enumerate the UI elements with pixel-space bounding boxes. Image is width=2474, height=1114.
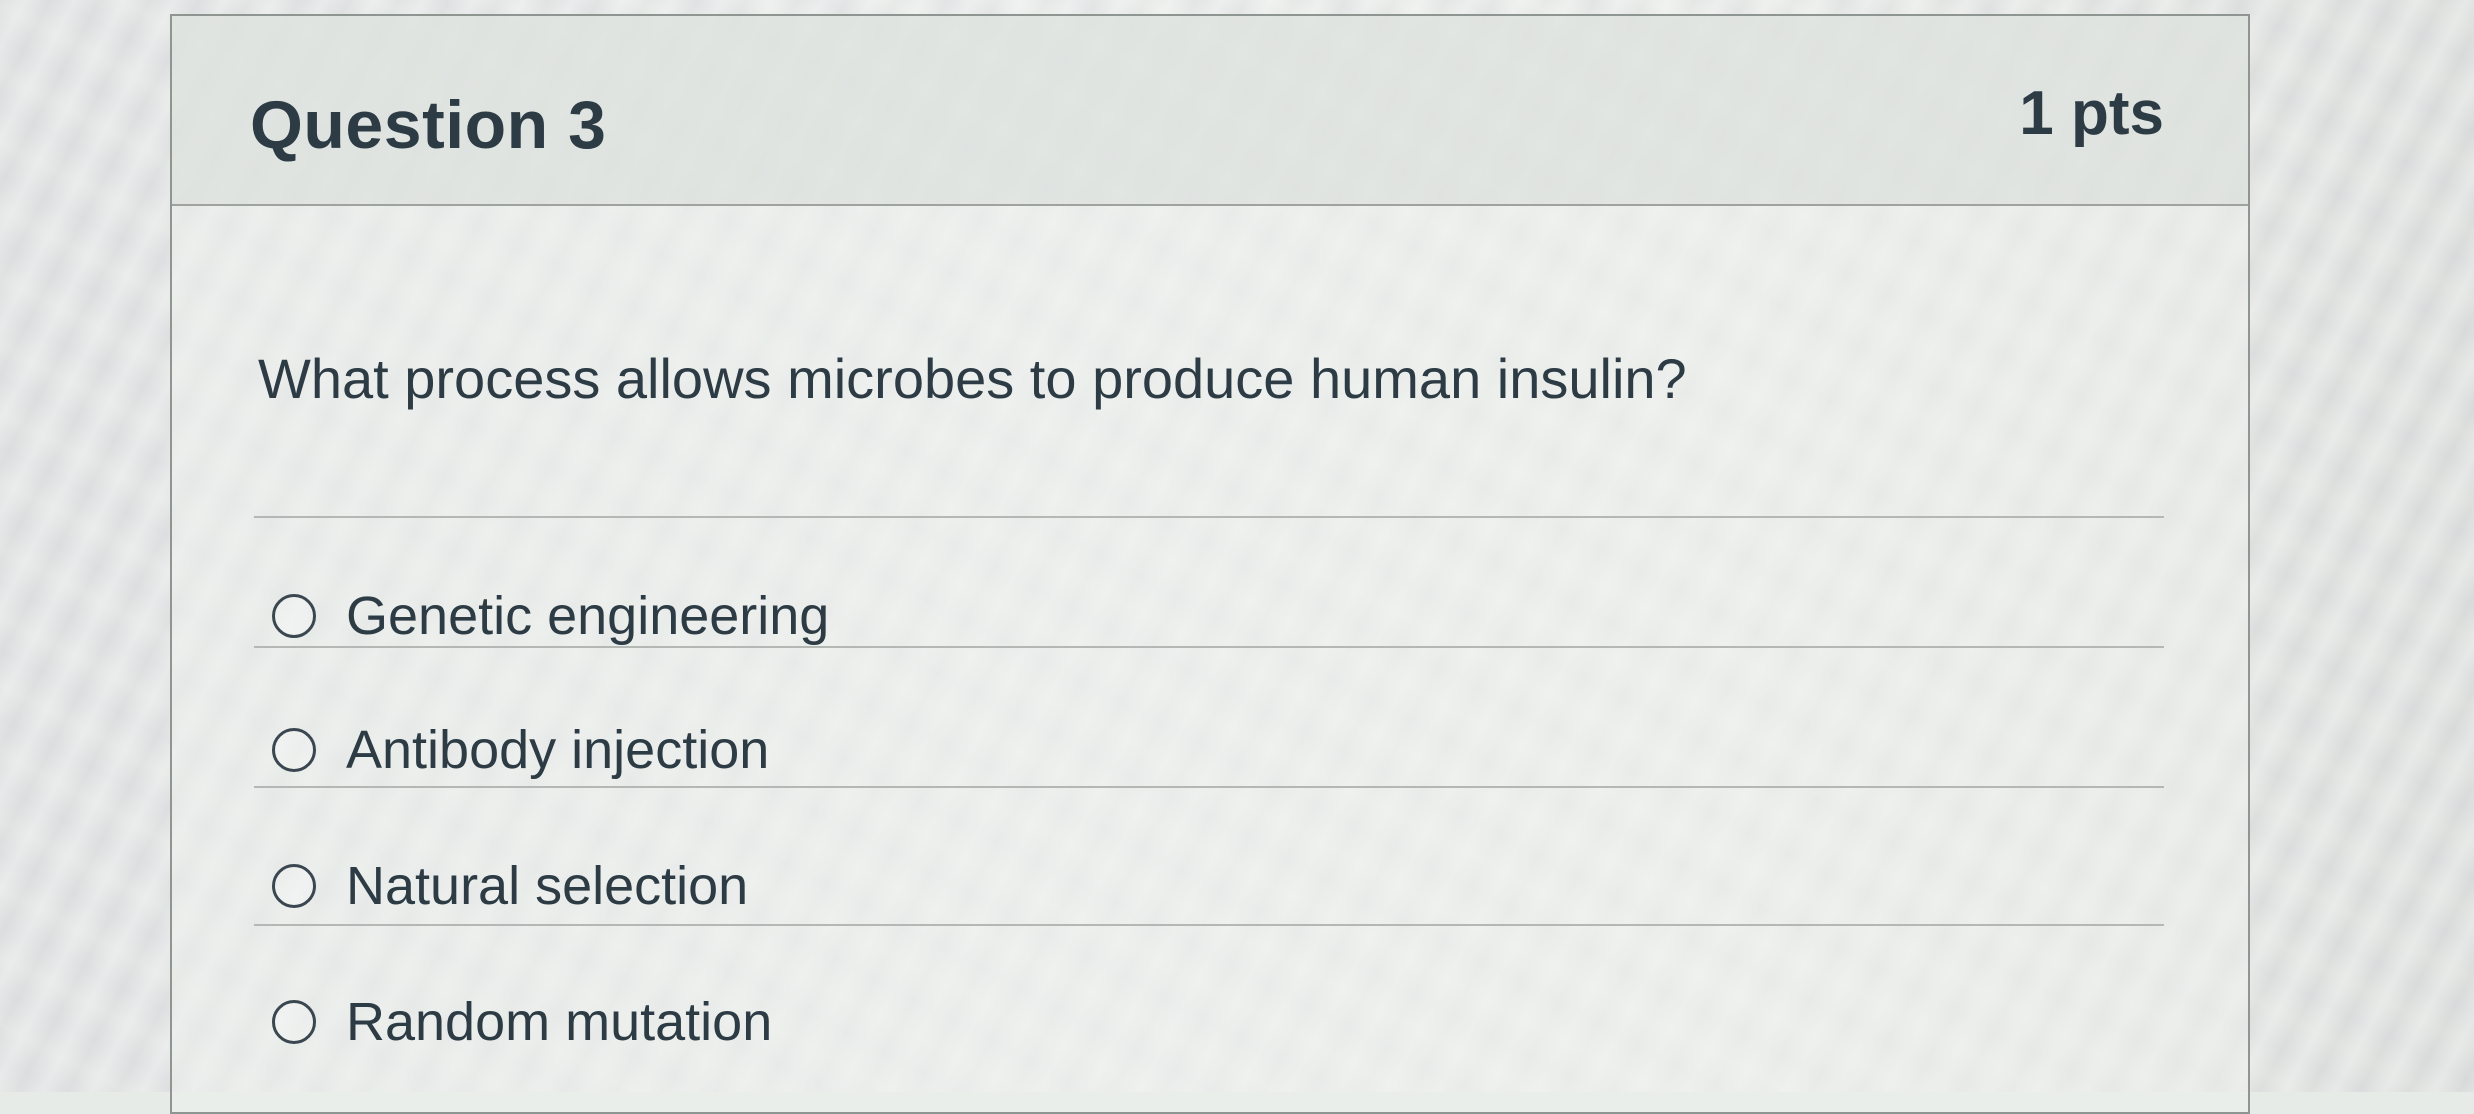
- answer-option-genetic-engineering[interactable]: Genetic engineering: [272, 576, 829, 656]
- answer-label: Natural selection: [346, 856, 749, 916]
- question-header: Question 3 1 pts: [172, 16, 2248, 206]
- answer-divider: [254, 786, 2164, 788]
- radio-button[interactable]: [272, 728, 316, 772]
- answer-label: Genetic engineering: [346, 586, 830, 646]
- answers-top-divider: [254, 516, 2164, 518]
- answer-label: Random mutation: [346, 992, 773, 1052]
- radio-button[interactable]: [272, 594, 316, 638]
- question-points: 1 pts: [2019, 79, 2164, 148]
- answer-divider: [254, 924, 2164, 926]
- radio-button[interactable]: [272, 864, 316, 908]
- question-text: What process allows microbes to produce …: [258, 347, 1687, 410]
- answer-option-random-mutation[interactable]: Random mutation: [272, 982, 772, 1062]
- question-title: Question 3: [250, 87, 607, 163]
- question-card: Question 3 1 pts What process allows mic…: [170, 14, 2250, 1114]
- answer-option-antibody-injection[interactable]: Antibody injection: [272, 710, 769, 790]
- answer-divider: [254, 646, 2164, 648]
- answer-option-natural-selection[interactable]: Natural selection: [272, 846, 748, 926]
- answer-label: Antibody injection: [346, 720, 770, 780]
- radio-button[interactable]: [272, 1000, 316, 1044]
